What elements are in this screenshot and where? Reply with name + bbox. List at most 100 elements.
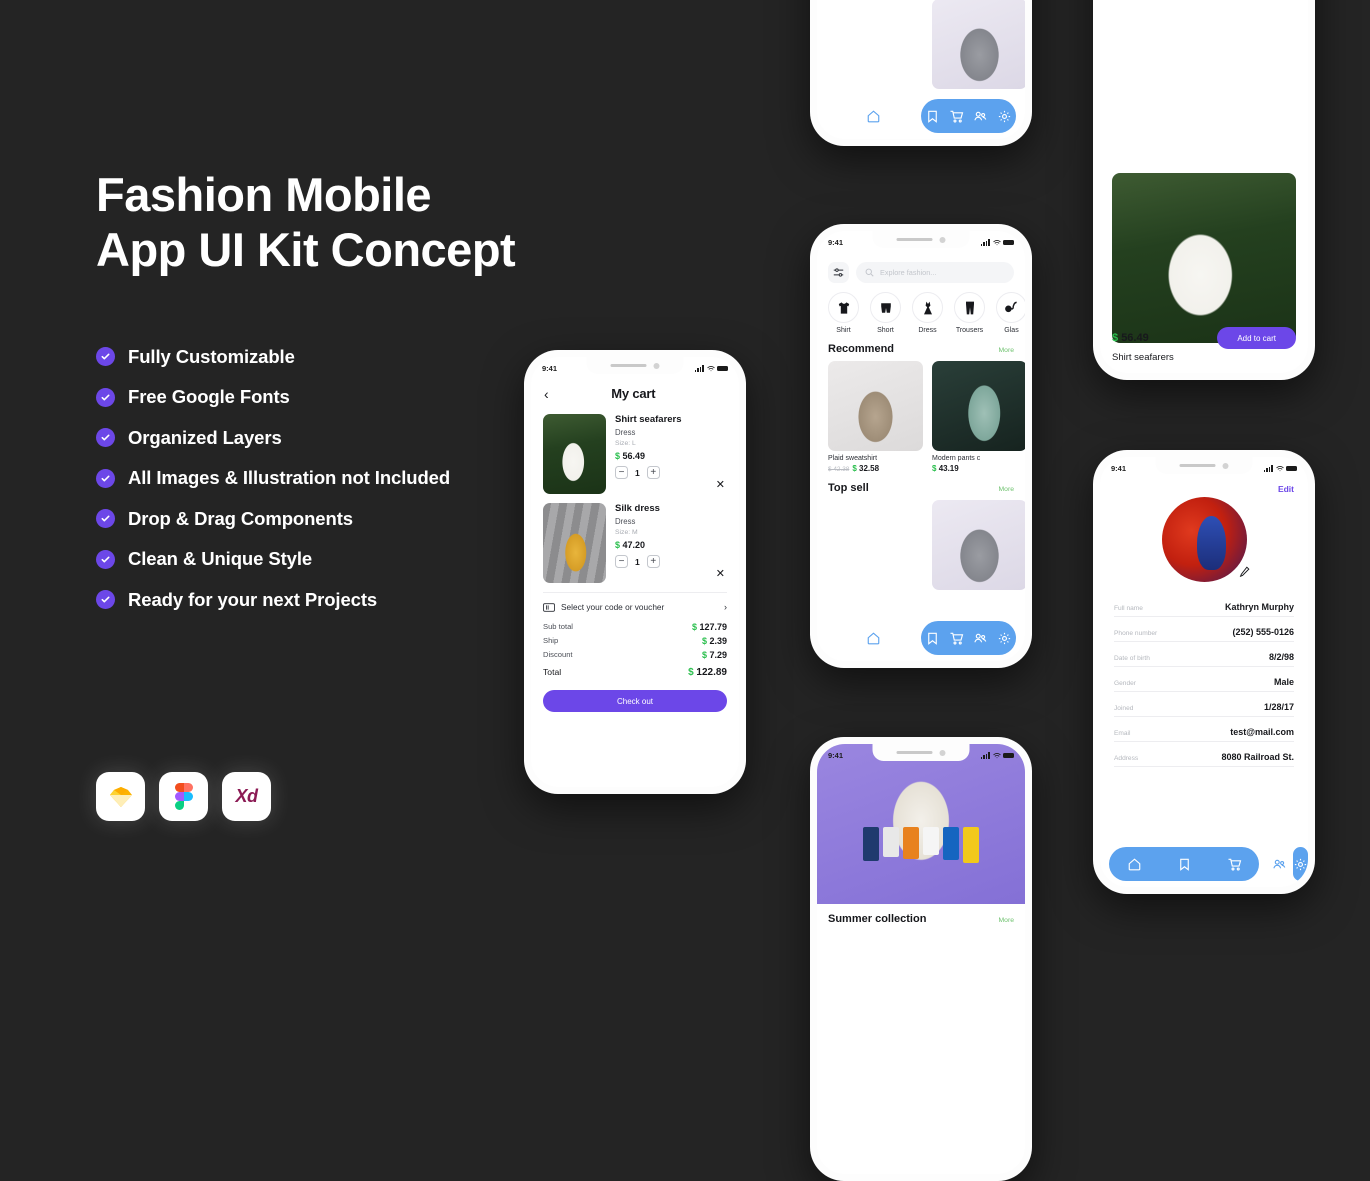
product-card[interactable]: [828, 0, 923, 89]
decrement-button[interactable]: −: [615, 466, 628, 479]
field-value[interactable]: Male: [1274, 677, 1294, 687]
nav-bookmark[interactable]: [1159, 847, 1209, 881]
status-bar: 9:41: [817, 744, 1025, 767]
field-value[interactable]: (252) 555-0126: [1232, 627, 1294, 637]
screen-top-sell: Top sell More: [817, 0, 1025, 139]
nav-pill: [921, 99, 1016, 133]
product-thumbnail: [543, 414, 606, 494]
category-short[interactable]: Short: [870, 292, 901, 334]
bottom-nav: [817, 99, 1025, 133]
trousers-icon: [954, 292, 985, 323]
currency-symbol: $: [691, 622, 697, 632]
total-row: Discount $ 7.29: [543, 650, 727, 660]
amount: 127.79: [699, 622, 727, 632]
more-link[interactable]: More: [999, 347, 1015, 354]
category-trousers[interactable]: Trousers: [954, 292, 985, 334]
notch: [872, 231, 970, 248]
category-glasses[interactable]: Glas: [996, 292, 1025, 334]
field-row: Full name Kathryn Murphy: [1114, 602, 1294, 617]
field-value[interactable]: Kathryn Murphy: [1225, 602, 1294, 612]
nav-people[interactable]: [969, 621, 993, 655]
product-image: [828, 361, 923, 451]
field-value[interactable]: test@mail.com: [1230, 727, 1294, 737]
adobe-xd-label: Xd: [235, 786, 258, 806]
field-label: Full name: [1114, 605, 1143, 612]
edit-button[interactable]: Edit: [1100, 480, 1308, 494]
currency-symbol: $: [852, 464, 857, 473]
status-time: 9:41: [542, 364, 558, 373]
product-price: $ 56.49: [1112, 332, 1149, 344]
nav-cart[interactable]: [1209, 847, 1259, 881]
more-link[interactable]: More: [999, 486, 1015, 493]
nav-people[interactable]: [969, 99, 993, 133]
product-card[interactable]: [932, 0, 1025, 89]
category-label: Trousers: [955, 327, 984, 334]
voucher-row[interactable]: Select your code or voucher ›: [531, 593, 739, 612]
edit-pencil-icon[interactable]: [1239, 566, 1250, 580]
category-label: Short: [877, 327, 894, 334]
nav-settings[interactable]: [992, 99, 1016, 133]
nav-home[interactable]: [1109, 847, 1159, 881]
field-value[interactable]: 8/2/98: [1269, 652, 1294, 662]
product-thumbnail: [543, 503, 606, 583]
section-title: Top sell: [828, 482, 869, 494]
feature-label: Clean & Unique Style: [128, 548, 313, 570]
product-image: [932, 0, 1025, 89]
nav-bookmark[interactable]: [921, 99, 945, 133]
chevron-right-icon: ›: [724, 602, 727, 612]
status-bar: 9:41: [531, 357, 739, 380]
avatar[interactable]: [1161, 497, 1247, 582]
product-card[interactable]: [828, 500, 923, 590]
cart-item-row: Silk dress Dress Size: M $ 47.20 − 1 + ✕: [531, 500, 739, 583]
product-card[interactable]: Plaid sweatshirt $ 42.38 $ 32.58: [828, 361, 923, 473]
wifi-icon: [706, 366, 715, 372]
filter-icon[interactable]: [828, 262, 849, 283]
field-value[interactable]: 8080 Railroad St.: [1221, 752, 1294, 762]
nav-home[interactable]: [826, 621, 921, 655]
notch: [872, 744, 970, 761]
increment-button[interactable]: +: [646, 555, 660, 568]
search-input[interactable]: Explore fashion...: [856, 262, 1014, 283]
increment-button[interactable]: +: [646, 466, 660, 479]
nav-people[interactable]: [1265, 847, 1293, 881]
battery-icon: [1003, 239, 1014, 246]
screen-cart: 9:41 ‹ My cart Shirt seafarers Dress Siz…: [531, 357, 739, 787]
field-label: Joined: [1114, 705, 1134, 712]
wifi-icon: [992, 753, 1001, 759]
currency-symbol: $: [615, 451, 621, 461]
decrement-button[interactable]: −: [615, 555, 628, 568]
remove-item-icon[interactable]: ✕: [716, 567, 725, 580]
section-header-recommend: Recommend More: [817, 334, 1025, 355]
hero-banner-image: [817, 744, 1025, 904]
bottom-nav: [817, 621, 1025, 655]
field-value[interactable]: 1/28/17: [1264, 702, 1294, 712]
signal-icon: [980, 752, 990, 759]
nav-cart[interactable]: [945, 621, 969, 655]
nav-home[interactable]: [826, 99, 921, 133]
checkout-button[interactable]: Check out: [543, 690, 727, 712]
battery-icon: [1286, 465, 1297, 472]
nav-bookmark[interactable]: [921, 621, 945, 655]
check-icon: [96, 549, 115, 569]
remove-item-icon[interactable]: ✕: [716, 478, 725, 491]
adobe-xd-icon: Xd: [222, 772, 271, 821]
total-label: Ship: [543, 636, 559, 645]
product-card[interactable]: [932, 500, 1025, 590]
field-label: Gender: [1114, 680, 1136, 687]
category-dress[interactable]: Dress: [912, 292, 943, 334]
nav-pill: [921, 621, 1016, 655]
phone-cart: 9:41 ‹ My cart Shirt seafarers Dress Siz…: [524, 350, 746, 794]
product-card[interactable]: Modern pants c $ 43.19: [932, 361, 1025, 473]
nav-settings[interactable]: [992, 621, 1016, 655]
add-to-cart-button[interactable]: Add to cart: [1217, 327, 1296, 349]
product-image: [828, 0, 923, 89]
field-row: Address 8080 Railroad St.: [1114, 752, 1294, 767]
size-section-label: Size: [1100, 363, 1308, 373]
nav-settings[interactable]: [1293, 847, 1308, 881]
total-value: $ 7.29: [702, 650, 727, 660]
product-row: Plaid sweatshirt $ 42.38 $ 32.58 Modern p…: [817, 355, 1025, 473]
title-line-1: Fashion Mobile: [96, 168, 432, 221]
category-shirt[interactable]: Shirt: [828, 292, 859, 334]
nav-cart[interactable]: [945, 99, 969, 133]
more-link[interactable]: More: [999, 917, 1015, 924]
